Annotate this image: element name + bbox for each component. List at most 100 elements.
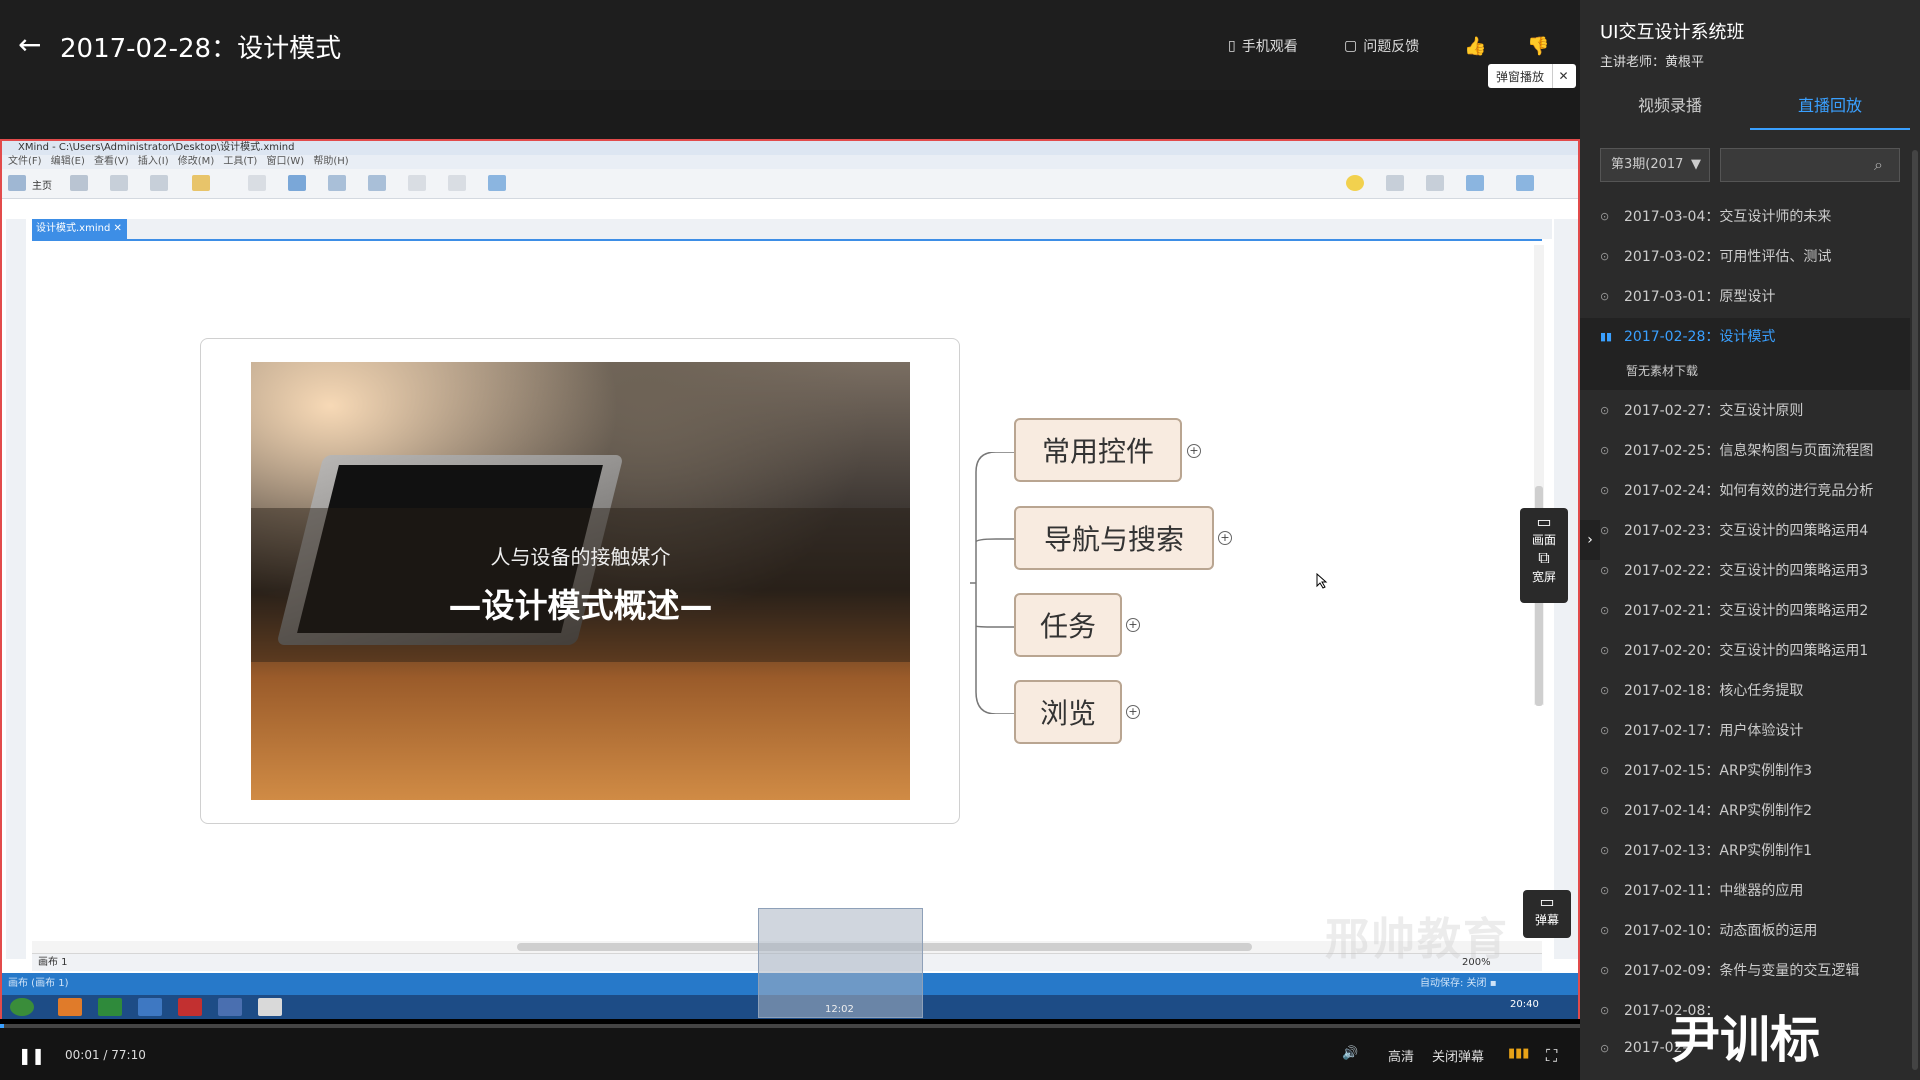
node-browse[interactable]: 浏览 <box>1014 680 1122 744</box>
playing-bars-icon: ▮▮ <box>1600 329 1613 343</box>
collapse-sidebar-icon[interactable]: › <box>1580 520 1600 560</box>
lesson-item[interactable]: ⊙ 2017-02-13：ARP实例制作1 <box>1600 840 1900 860</box>
thumbs-down-icon[interactable]: 👎 <box>1527 36 1549 57</box>
play-circle-icon: ⊙ <box>1600 723 1610 737</box>
expand-icon[interactable]: + <box>1218 531 1232 545</box>
sidebar-scrollbar[interactable] <box>1912 150 1918 1070</box>
volume-icon[interactable]: 🔊 <box>1342 1046 1358 1061</box>
app-icon[interactable] <box>138 998 162 1016</box>
season-value: 第3期(2017 <box>1611 157 1684 172</box>
season-select[interactable]: 第3期(2017 ▼ <box>1600 148 1710 182</box>
image-icon[interactable] <box>488 175 506 191</box>
redo-icon[interactable] <box>150 175 168 191</box>
app-icon[interactable] <box>218 998 242 1016</box>
summary-icon[interactable] <box>368 175 386 191</box>
lesson-item[interactable]: ⊙ 2017-03-04：交互设计师的未来 <box>1600 206 1900 226</box>
node-label: 任务 <box>1039 610 1096 643</box>
lesson-item[interactable]: ⊙ 2017-02-22：交互设计的四策略运用3 <box>1600 560 1900 580</box>
lesson-item[interactable]: ⊙ 2017-02-23：交互设计的四策略运用4 <box>1600 520 1900 540</box>
expand-icon[interactable]: + <box>1126 618 1140 632</box>
playback-time: 00:01 / 77:10 <box>65 1048 146 1062</box>
lesson-item[interactable]: ⊙ 2017-03-02：可用性评估、测试 <box>1600 246 1900 266</box>
lesson-search-input[interactable] <box>1720 148 1900 182</box>
lesson-item[interactable]: ⊙ 2017-02-11：中继器的应用 <box>1600 880 1900 900</box>
play-circle-icon: ⊙ <box>1600 523 1610 537</box>
tab-live-replay[interactable]: 直播回放 <box>1750 92 1910 130</box>
danmu-toggle[interactable]: ▭ 弹幕 <box>1523 890 1571 938</box>
topic-icon[interactable] <box>192 175 210 191</box>
mobile-view-button[interactable]: ▯ 手机观看 <box>1228 36 1298 56</box>
feedback-button[interactable]: ▢ 问题反馈 <box>1344 36 1419 56</box>
boundary-icon[interactable] <box>328 175 346 191</box>
relationship-icon[interactable] <box>288 175 306 191</box>
node-navigation-search[interactable]: 导航与搜索 <box>1014 506 1214 570</box>
xmind-taskbar-icon[interactable] <box>178 998 202 1016</box>
start-icon[interactable] <box>10 998 34 1016</box>
browser-icon[interactable] <box>58 998 82 1016</box>
central-subtitle: 人与设备的接触媒介 <box>490 545 671 569</box>
xmind-titlebar: XMind - C:\Users\Administrator\Desktop\设… <box>2 141 1578 155</box>
save-icon[interactable] <box>70 175 88 191</box>
tab-label: 设计模式.xmind <box>36 223 111 234</box>
share-icon[interactable] <box>1466 175 1484 191</box>
play-circle-icon: ⊙ <box>1600 963 1610 977</box>
lesson-label: 2017-02-10：动态面板的运用 <box>1624 923 1818 939</box>
lesson-item[interactable]: ▮▮ 2017-02-28：设计模式 <box>1600 326 1900 346</box>
thumbs-up-icon[interactable]: 👍 <box>1464 36 1486 57</box>
node-common-controls[interactable]: 常用控件 <box>1014 418 1182 482</box>
lesson-item[interactable]: ⊙ 2017-02-18：核心任务提取 <box>1600 680 1900 700</box>
screen-mode-button[interactable]: 画面 <box>1520 531 1568 548</box>
thumbnail-time: 12:02 <box>825 1004 854 1015</box>
fullscreen-icon[interactable]: ⛶ <box>1546 1046 1557 1066</box>
app-icon[interactable] <box>258 998 282 1016</box>
presentation-icon[interactable] <box>1386 175 1404 191</box>
lesson-label: 2017-03-01：原型设计 <box>1624 289 1776 305</box>
lesson-item[interactable]: ⊙ 2017-02-10：动态面板的运用 <box>1600 920 1900 940</box>
lesson-item[interactable]: ⊙ 2017-02-25：信息架构图与页面流程图 <box>1600 440 1900 460</box>
lesson-item[interactable]: ⊙ 2017-03-01：原型设计 <box>1600 286 1900 306</box>
tab-design-pattern[interactable]: 设计模式.xmind ✕ <box>32 219 127 239</box>
tab-recorded-video[interactable]: 视频录播 <box>1590 92 1750 128</box>
lesson-item[interactable]: ⊙ 2017-02-17：用户体验设计 <box>1600 720 1900 740</box>
popup-play-button[interactable]: 弹窗播放 ✕ <box>1488 64 1576 88</box>
page-title: 2017-02-28：设计模式 <box>60 34 342 64</box>
subtopic-icon[interactable] <box>248 175 266 191</box>
quality-button[interactable]: 高清 <box>1388 1046 1414 1065</box>
lesson-item[interactable]: ⊙ 2017-02-21：交互设计的四策略运用2 <box>1600 600 1900 620</box>
tab-close-icon[interactable]: ✕ <box>114 223 122 234</box>
marker-icon[interactable] <box>408 175 426 191</box>
widescreen-button[interactable]: 宽屏 <box>1520 568 1568 585</box>
sheet-label: 画布 1 <box>38 957 68 968</box>
xmind-left-panel <box>6 219 26 959</box>
lesson-item[interactable]: ⊙ 2017-02-27：交互设计原则 <box>1600 400 1900 420</box>
xmind-menubar: 文件(F) 编辑(E) 查看(V) 插入(I) 修改(M) 工具(T) 窗口(W… <box>2 155 1578 169</box>
expand-icon[interactable]: + <box>1126 705 1140 719</box>
lesson-item[interactable]: ⊙ 2017-02-15：ARP实例制作3 <box>1600 760 1900 780</box>
close-icon[interactable]: ✕ <box>1552 64 1574 88</box>
monitor-icon[interactable]: ▭ <box>1520 508 1568 531</box>
lesson-item[interactable]: ⊙ 2017-02-24：如何有效的进行竞品分析 <box>1600 480 1900 500</box>
lesson-label: 2017-02-23：交互设计的四策略运用4 <box>1624 523 1869 539</box>
back-arrow-icon[interactable]: ← <box>18 28 41 61</box>
layout-icon[interactable] <box>1426 175 1444 191</box>
pause-icon[interactable]: ❚❚ <box>18 1046 45 1065</box>
play-circle-icon: ⊙ <box>1600 483 1610 497</box>
app-icon[interactable] <box>98 998 122 1016</box>
undo-icon[interactable] <box>110 175 128 191</box>
lesson-item[interactable]: ⊙ 2017-02-14：ARP实例制作2 <box>1600 800 1900 820</box>
play-circle-icon: ⊙ <box>1600 209 1610 223</box>
home-icon[interactable] <box>8 175 26 191</box>
lesson-item[interactable]: ⊙ 2017-02-09：条件与变量的交互逻辑 <box>1600 960 1900 980</box>
feedback-label: 问题反馈 <box>1363 39 1420 55</box>
node-task[interactable]: 任务 <box>1014 593 1122 657</box>
lesson-label: 2017-03-04：交互设计师的未来 <box>1624 209 1832 225</box>
bulb-icon[interactable] <box>1346 175 1364 191</box>
label-icon[interactable] <box>448 175 466 191</box>
lesson-label: 2017-02-28：设计模式 <box>1624 329 1776 345</box>
expand-icon[interactable]: + <box>1187 444 1201 458</box>
danmu-off-button[interactable]: 关闭弹幕 <box>1432 1046 1484 1065</box>
search-icon[interactable]: ⌕ <box>1874 155 1883 175</box>
widescreen-icon[interactable]: ⧉ <box>1520 548 1568 568</box>
lesson-item[interactable]: ⊙ 2017-02-20：交互设计的四策略运用1 <box>1600 640 1900 660</box>
export-icon[interactable] <box>1516 175 1534 191</box>
